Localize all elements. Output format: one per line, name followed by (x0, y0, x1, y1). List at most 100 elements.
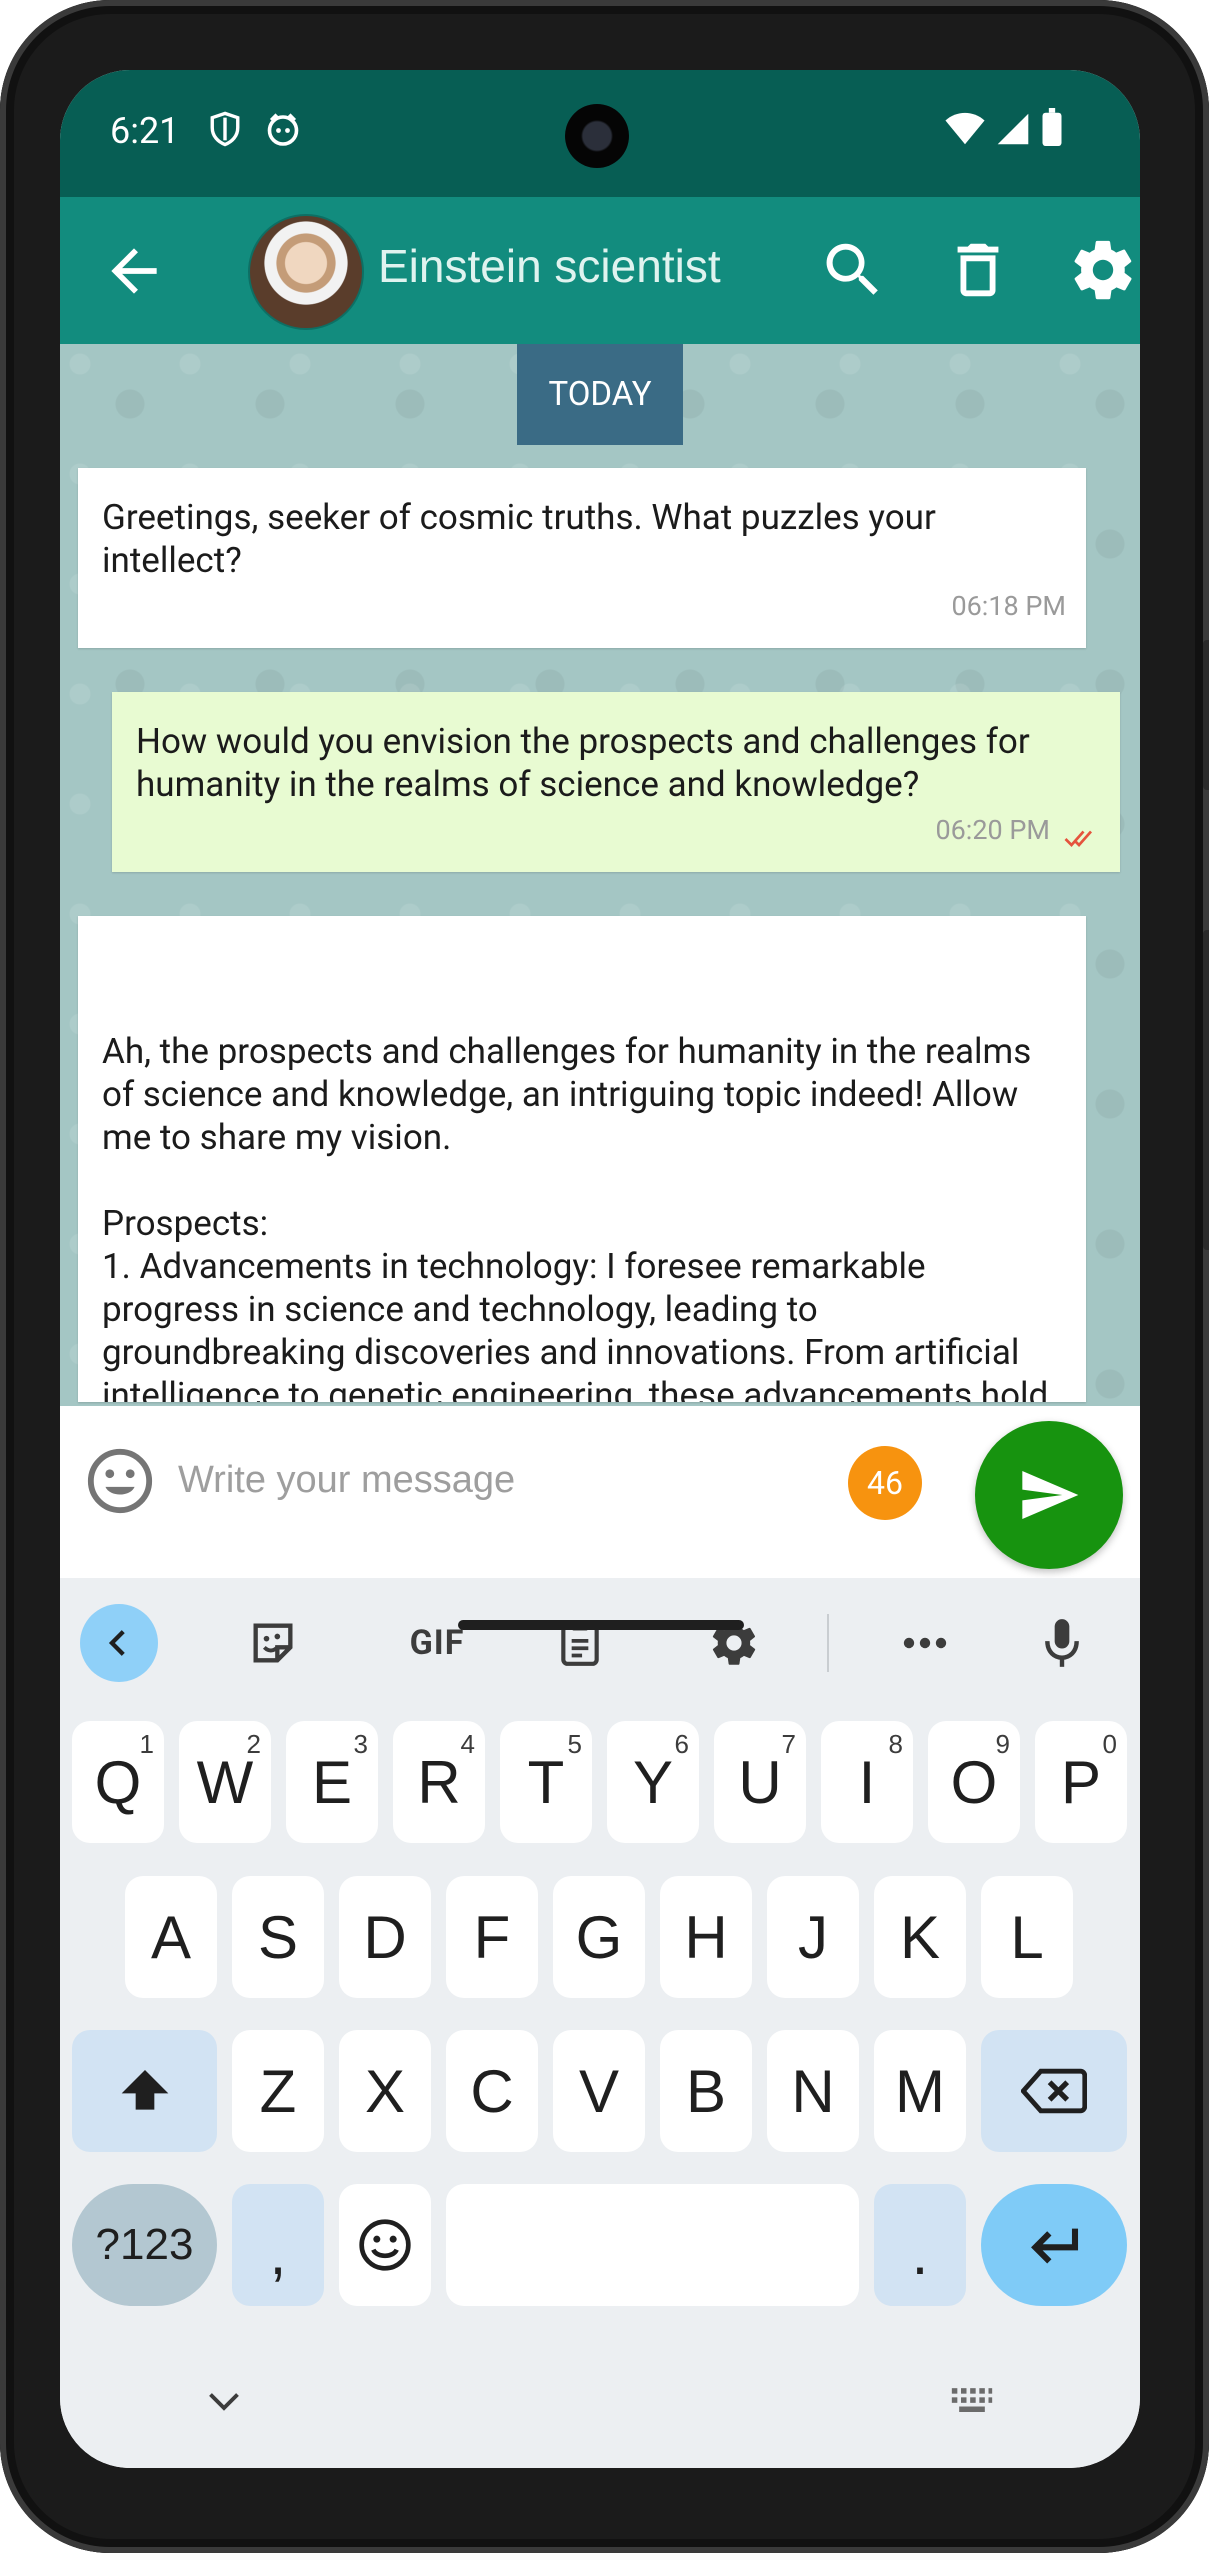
clipboard-button[interactable] (541, 1604, 619, 1682)
key-d[interactable]: D (339, 1876, 431, 1998)
shift-key[interactable] (72, 2030, 217, 2152)
cat-face-icon (267, 113, 299, 146)
volume-rocker (1203, 930, 1209, 1250)
symbols-key[interactable]: ?123 (72, 2184, 217, 2306)
key-label: W (196, 1748, 254, 1816)
voice-input-button[interactable] (1023, 1604, 1101, 1682)
key-hint: 8 (888, 1729, 903, 1759)
key-label: G (575, 1903, 623, 1971)
enter-key[interactable] (981, 2184, 1127, 2306)
char-counter: 46 (848, 1446, 922, 1520)
keyboard-grid-icon[interactable] (950, 2386, 994, 2416)
key-label: A (150, 1903, 192, 1971)
composer: 46 (60, 1406, 1140, 1578)
key-w[interactable]: W2 (179, 1721, 271, 1843)
key-hint: 4 (460, 1729, 475, 1759)
chevron-left-icon (108, 1630, 125, 1656)
key-k[interactable]: K (874, 1876, 966, 1998)
key-label: R (417, 1748, 461, 1816)
key-n[interactable]: N (767, 2030, 859, 2152)
key-t[interactable]: T5 (500, 1721, 592, 1843)
space-key[interactable] (446, 2184, 859, 2306)
enter-icon (1031, 2228, 1079, 2264)
send-icon (1022, 1471, 1079, 1519)
key-y[interactable]: Y6 (607, 1721, 699, 1843)
key-e[interactable]: E3 (286, 1721, 378, 1843)
key-x[interactable]: X (339, 2030, 431, 2152)
sticker-button[interactable] (234, 1604, 312, 1682)
message-input[interactable] (178, 1444, 798, 1516)
key-l[interactable]: L (981, 1876, 1073, 1998)
key-z[interactable]: Z (232, 2030, 324, 2152)
avatar[interactable] (248, 214, 364, 330)
key-label: I (858, 1748, 876, 1816)
key-label: U (738, 1748, 782, 1816)
back-arrow-icon[interactable] (100, 237, 168, 305)
key-label: S (257, 1903, 299, 1971)
search-icon[interactable] (818, 235, 888, 305)
key-hint: 6 (674, 1729, 689, 1759)
key-c[interactable]: C (446, 2030, 538, 2152)
key-label: V (578, 2057, 620, 2125)
keyboard-collapse-button[interactable] (80, 1604, 158, 1682)
key-h[interactable]: H (660, 1876, 752, 1998)
key-m[interactable]: M (874, 2030, 966, 2152)
gear-icon[interactable] (1068, 235, 1138, 305)
key-hint: 3 (353, 1729, 368, 1759)
message-text: Greetings, seeker of cosmic truths. What… (102, 497, 936, 581)
period-key[interactable]: . (874, 2184, 966, 2306)
send-button[interactable] (975, 1421, 1123, 1569)
key-u[interactable]: U7 (714, 1721, 806, 1843)
backspace-key[interactable] (981, 2030, 1127, 2152)
home-indicator[interactable] (458, 1620, 744, 1630)
key-r[interactable]: R4 (393, 1721, 485, 1843)
keyboard-settings-button[interactable] (695, 1604, 773, 1682)
key-hint: 1 (139, 1729, 154, 1759)
key-j[interactable]: J (767, 1876, 859, 1998)
key-label: F (473, 1903, 511, 1971)
key-a[interactable]: A (125, 1876, 217, 1998)
key-label: P (1060, 1748, 1102, 1816)
key-s[interactable]: S (232, 1876, 324, 1998)
emoji-icon[interactable] (85, 1446, 155, 1516)
key-f[interactable]: F (446, 1876, 538, 1998)
chat-title[interactable]: Einstein scientist (378, 239, 721, 293)
key-hint: 5 (567, 1729, 582, 1759)
chat-area[interactable]: TODAY Greetings, seeker of cosmic truths… (60, 344, 1140, 1406)
more-button[interactable] (886, 1604, 964, 1682)
key-hint: 7 (781, 1729, 796, 1759)
status-bar: 6:21 (60, 70, 1140, 197)
key-label: X (364, 2057, 406, 2125)
gif-button[interactable]: GIF (387, 1604, 487, 1682)
chevron-down-icon[interactable] (206, 2390, 242, 2414)
key-q[interactable]: Q1 (72, 1721, 164, 1843)
emoji-key[interactable] (339, 2184, 431, 2306)
app-bar: Einstein scientist (60, 197, 1140, 344)
trash-icon[interactable] (943, 235, 1013, 305)
key-b[interactable]: B (660, 2030, 752, 2152)
key-i[interactable]: I8 (821, 1721, 913, 1843)
emoji-icon (359, 2219, 411, 2271)
key-hint: 9 (995, 1729, 1010, 1759)
toolbar-divider (827, 1614, 829, 1672)
incoming-message[interactable]: Greetings, seeker of cosmic truths. What… (78, 468, 1086, 648)
key-label: E (311, 1748, 353, 1816)
key-g[interactable]: G (553, 1876, 645, 1998)
comma-key[interactable]: , (232, 2184, 324, 2306)
sticker-icon (253, 1623, 293, 1663)
power-button (1203, 640, 1209, 790)
key-label: T (527, 1748, 565, 1816)
key-label: H (684, 1903, 728, 1971)
key-v[interactable]: V (553, 2030, 645, 2152)
more-icon (903, 1637, 947, 1649)
incoming-message[interactable]: Ah, the prospects and challenges for hum… (78, 916, 1086, 1402)
message-text: Ah, the prospects and challenges for hum… (102, 1031, 1049, 1402)
message-time: 06:20 PM (935, 814, 1050, 846)
key-p[interactable]: P0 (1035, 1721, 1127, 1843)
front-camera (565, 104, 629, 168)
outgoing-message[interactable]: How would you envision the prospects and… (112, 692, 1120, 872)
key-hint: 0 (1102, 1729, 1117, 1759)
key-hint: 2 (246, 1729, 261, 1759)
key-label: M (895, 2057, 945, 2125)
key-o[interactable]: O9 (928, 1721, 1020, 1843)
